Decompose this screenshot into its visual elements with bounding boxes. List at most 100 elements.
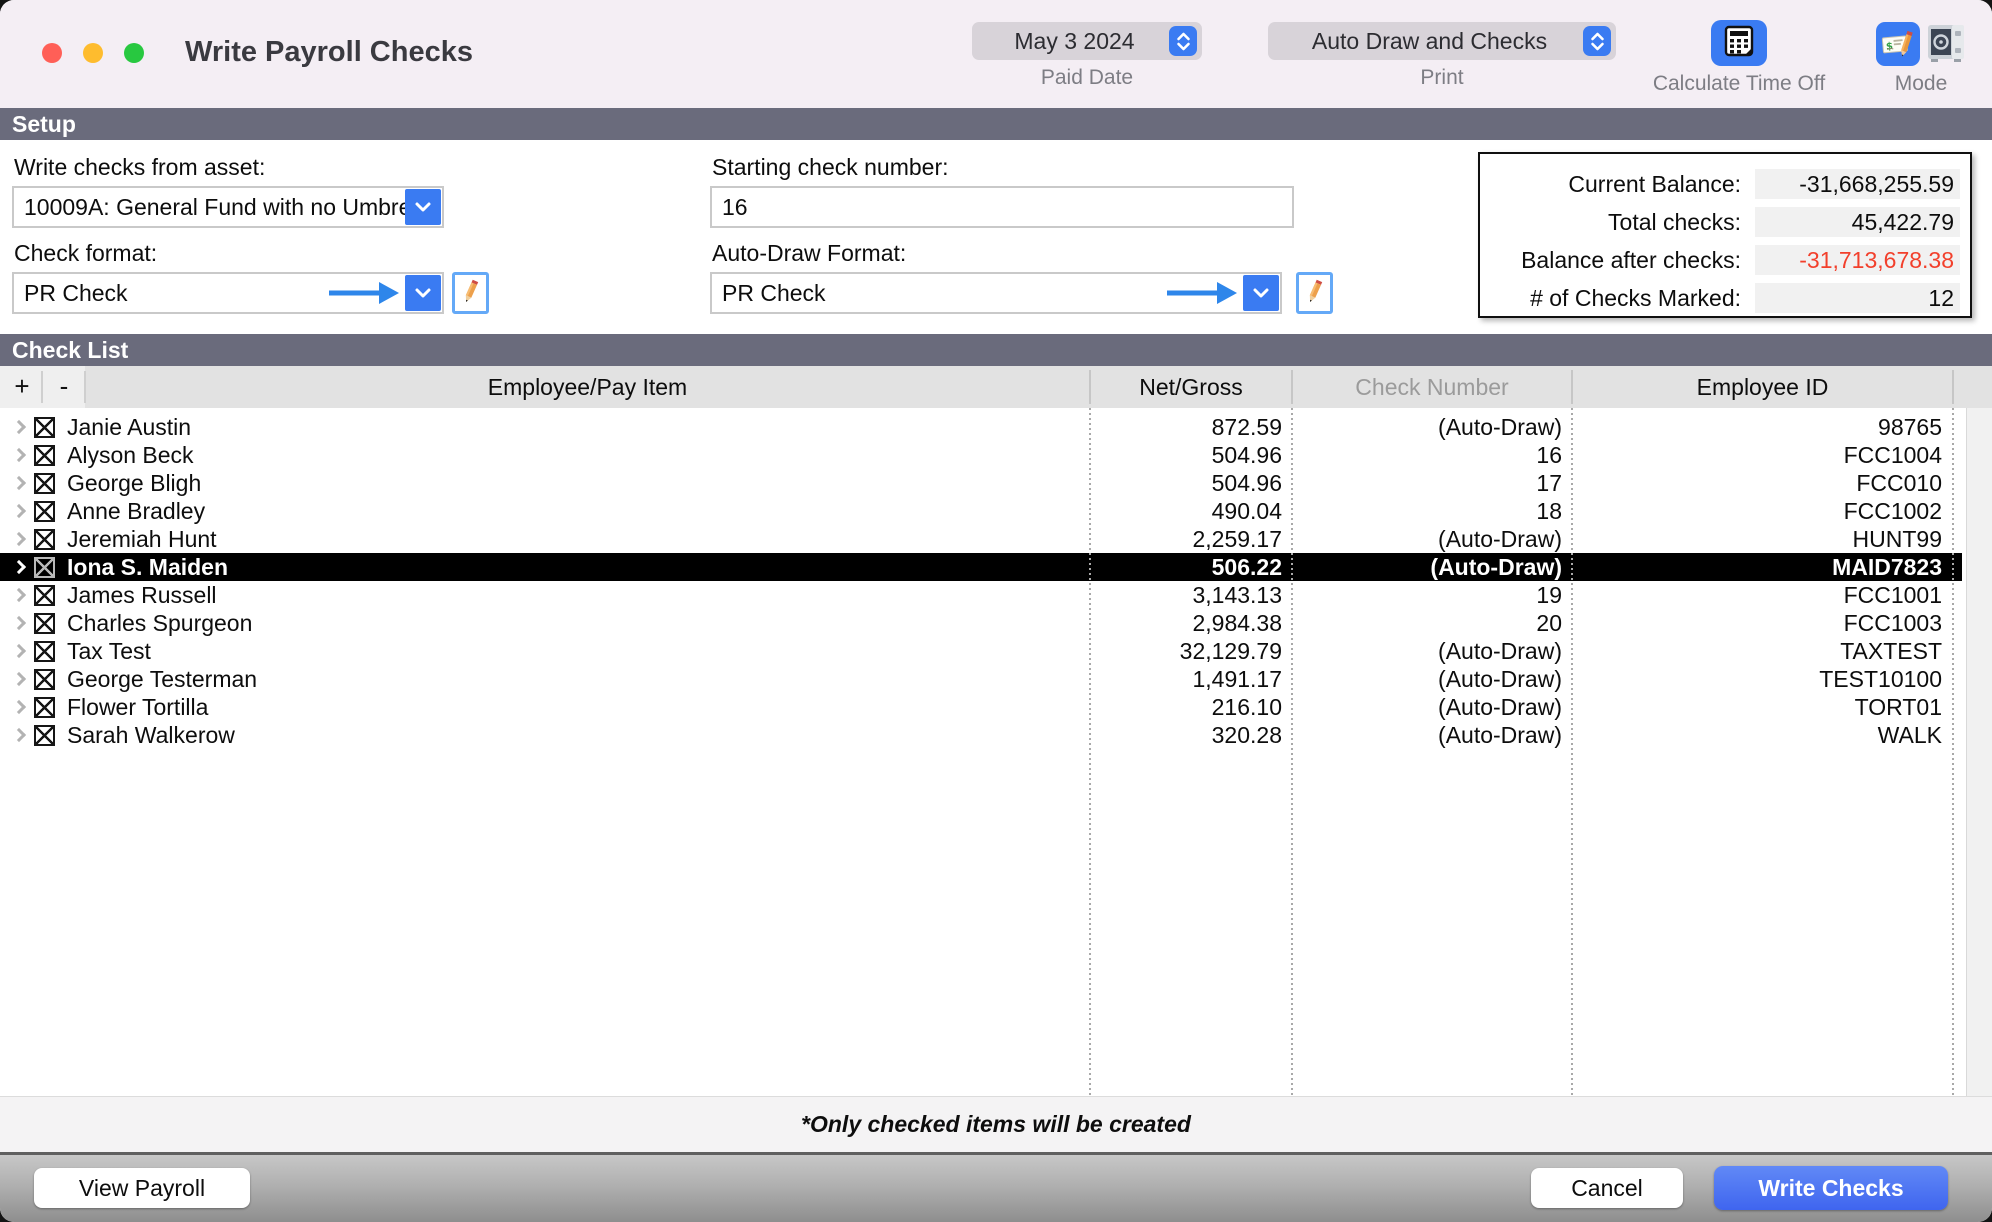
checked-checkbox[interactable] (34, 445, 55, 466)
disclosure-chevron-icon[interactable] (12, 616, 26, 630)
employee-name: Flower Tortilla (67, 693, 208, 721)
disclosure-chevron-icon[interactable] (12, 476, 26, 490)
table-row[interactable]: George Testerman1,491.17(Auto-Draw)TEST1… (0, 665, 1992, 693)
setup-section-header: Setup (0, 108, 1992, 140)
table-row[interactable]: George Bligh504.9617FCC010 (0, 469, 1992, 497)
pencil-icon (460, 278, 482, 309)
check-writing-mode-button[interactable]: $ (1876, 22, 1920, 66)
employee-id-cell: TORT01 (1572, 693, 1942, 721)
net-gross-cell: 506.22 (1090, 553, 1282, 581)
column-divider (1571, 408, 1573, 1096)
cancel-button[interactable]: Cancel (1531, 1168, 1683, 1208)
asset-dropdown[interactable]: 10009A: General Fund with no Umbrella - … (12, 186, 444, 228)
add-row-button[interactable]: + (2, 366, 42, 408)
disclosure-chevron-icon[interactable] (12, 700, 26, 714)
titlebar: Write Payroll Checks May 3 2024 Paid Dat… (0, 0, 1992, 108)
disclosure-chevron-icon[interactable] (12, 728, 26, 742)
table-row[interactable]: Anne Bradley490.0418FCC1002 (0, 497, 1992, 525)
table-row[interactable]: Jeremiah Hunt2,259.17(Auto-Draw)HUNT99 (0, 525, 1992, 553)
column-header-check-number[interactable]: Check Number (1292, 366, 1572, 408)
arrow-right-icon (327, 279, 401, 307)
employee-id-cell: FCC1003 (1572, 609, 1942, 637)
zoom-window-button[interactable] (124, 43, 144, 63)
summary-label: Current Balance: (1568, 171, 1741, 198)
checked-checkbox[interactable] (34, 473, 55, 494)
check-number-cell: (Auto-Draw) (1292, 721, 1562, 749)
employee-name: Alyson Beck (67, 441, 194, 469)
remove-row-button[interactable]: - (44, 366, 84, 408)
checked-checkbox[interactable] (34, 613, 55, 634)
employee-cell: Flower Tortilla (0, 693, 1090, 721)
calculate-time-off-label: Calculate Time Off (1653, 72, 1825, 96)
disclosure-chevron-icon[interactable] (12, 504, 26, 518)
check-number-cell: (Auto-Draw) (1292, 693, 1562, 721)
check-format-value: PR Check (14, 280, 327, 307)
employee-id-cell: MAID7823 (1572, 553, 1942, 581)
table-row[interactable]: Janie Austin872.59(Auto-Draw)98765 (0, 413, 1992, 441)
column-header-employee-id[interactable]: Employee ID (1572, 366, 1953, 408)
footnote-text: *Only checked items will be created (801, 1111, 1191, 1138)
page-title: Write Payroll Checks (185, 36, 473, 69)
checked-checkbox[interactable] (34, 529, 55, 550)
check-list-header: + - Employee/Pay Item Net/Gross Check Nu… (0, 366, 1992, 408)
table-row[interactable]: Alyson Beck504.9616FCC1004 (0, 441, 1992, 469)
starting-check-number-input[interactable] (710, 186, 1294, 228)
check-pencil-icon: $ (1880, 24, 1916, 65)
setup-area: Write checks from asset: 10009A: General… (0, 140, 1992, 334)
disclosure-chevron-icon[interactable] (12, 448, 26, 462)
vault-mode-button[interactable] (1926, 24, 1966, 66)
employee-id-cell: HUNT99 (1572, 525, 1942, 553)
table-row[interactable]: Flower Tortilla216.10(Auto-Draw)TORT01 (0, 693, 1992, 721)
table-row[interactable]: Tax Test32,129.79(Auto-Draw)TAXTEST (0, 637, 1992, 665)
close-window-button[interactable] (42, 43, 62, 63)
view-payroll-button[interactable]: View Payroll (34, 1168, 250, 1208)
chevron-down-icon[interactable] (1243, 275, 1279, 311)
table-row[interactable]: Iona S. Maiden506.22(Auto-Draw)MAID7823 (0, 553, 1992, 581)
checked-checkbox[interactable] (34, 641, 55, 662)
up-down-stepper-icon[interactable] (1583, 26, 1611, 56)
employee-cell: Sarah Walkerow (0, 721, 1090, 749)
edit-check-format-button[interactable] (452, 272, 489, 314)
checked-checkbox[interactable] (34, 725, 55, 746)
disclosure-chevron-icon[interactable] (12, 560, 26, 574)
summary-value: -31,668,255.59 (1755, 169, 1960, 199)
chevron-down-icon[interactable] (405, 189, 441, 225)
checked-checkbox[interactable] (34, 557, 55, 578)
up-down-stepper-icon[interactable] (1169, 26, 1197, 56)
minimize-window-button[interactable] (83, 43, 103, 63)
disclosure-chevron-icon[interactable] (12, 644, 26, 658)
checked-checkbox[interactable] (34, 417, 55, 438)
column-header-net-gross[interactable]: Net/Gross (1090, 366, 1292, 408)
employee-cell: James Russell (0, 581, 1090, 609)
paid-date-popup[interactable]: May 3 2024 (972, 22, 1202, 60)
disclosure-chevron-icon[interactable] (12, 672, 26, 686)
print-popup[interactable]: Auto Draw and Checks (1268, 22, 1616, 60)
summary-value: 12 (1755, 283, 1960, 313)
disclosure-chevron-icon[interactable] (12, 532, 26, 546)
net-gross-cell: 490.04 (1090, 497, 1282, 525)
disclosure-chevron-icon[interactable] (12, 588, 26, 602)
check-format-dropdown[interactable]: PR Check (12, 272, 444, 314)
chevron-down-icon[interactable] (405, 275, 441, 311)
checked-checkbox[interactable] (34, 585, 55, 606)
checked-checkbox[interactable] (34, 669, 55, 690)
checked-checkbox[interactable] (34, 697, 55, 718)
table-row[interactable]: James Russell3,143.1319FCC1001 (0, 581, 1992, 609)
table-row[interactable]: Sarah Walkerow320.28(Auto-Draw)WALK (0, 721, 1992, 749)
employee-id-cell: FCC1004 (1572, 441, 1942, 469)
paid-date-value: May 3 2024 (972, 28, 1169, 55)
scrollbar-track[interactable] (1966, 408, 1992, 1096)
column-divider (1089, 408, 1091, 1096)
summary-label: # of Checks Marked: (1530, 285, 1741, 312)
disclosure-chevron-icon[interactable] (12, 420, 26, 434)
table-row[interactable]: Charles Spurgeon2,984.3820FCC1003 (0, 609, 1992, 637)
auto-draw-format-dropdown[interactable]: PR Check (710, 272, 1282, 314)
write-checks-button[interactable]: Write Checks (1714, 1166, 1948, 1210)
employee-name: Iona S. Maiden (67, 553, 228, 581)
employee-cell: Iona S. Maiden (0, 553, 1090, 581)
checked-checkbox[interactable] (34, 501, 55, 522)
net-gross-cell: 2,259.17 (1090, 525, 1282, 553)
calculate-time-off-button[interactable] (1711, 20, 1767, 66)
column-header-employee-pay-item[interactable]: Employee/Pay Item (85, 366, 1090, 408)
edit-auto-draw-format-button[interactable] (1296, 272, 1333, 314)
